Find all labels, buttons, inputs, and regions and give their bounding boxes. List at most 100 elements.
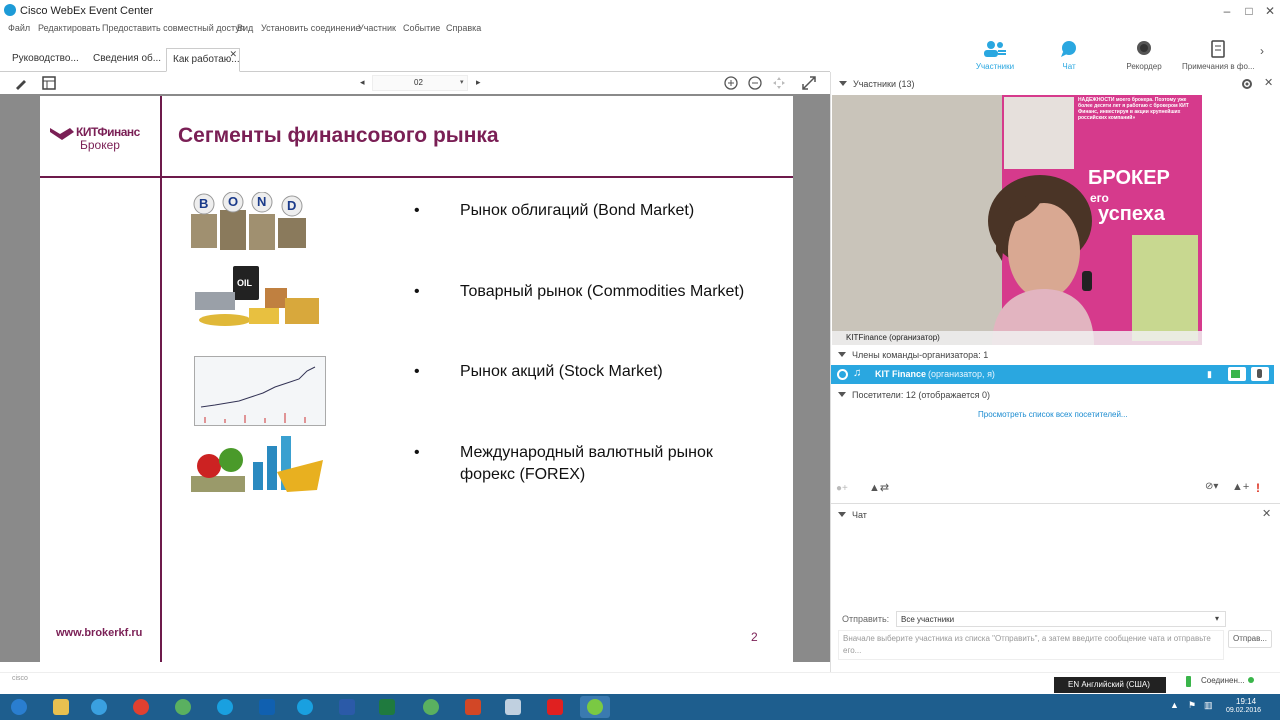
window-title: Cisco WebEx Event Center — [20, 5, 154, 17]
language-indicator[interactable]: EN Английский (США) — [1054, 677, 1166, 693]
connection-dot-icon — [1248, 677, 1254, 683]
poster-success-text: успеха — [1098, 203, 1165, 225]
oil-label: OIL — [237, 278, 253, 288]
chat-button[interactable]: Чат — [1055, 40, 1083, 71]
host-participant-row[interactable]: ♫ KIT Finance (организатор, я) ▮ — [831, 365, 1274, 384]
microphone-icon[interactable] — [1251, 367, 1269, 381]
zoom-out-icon[interactable] — [748, 76, 762, 90]
visitors-header[interactable]: Посетители: 12 (отображается 0) — [838, 390, 990, 400]
status-bar: cisco EN Английский (США) Соединен... — [0, 672, 1280, 694]
presenter-ball-icon — [837, 369, 848, 380]
page-select[interactable]: 02 ▾ — [372, 75, 468, 91]
menu-file[interactable]: Файл — [8, 23, 30, 33]
close-participants-icon[interactable]: ✕ — [1264, 76, 1273, 89]
participants-button[interactable]: Участники — [975, 40, 1015, 71]
paint-icon[interactable] — [498, 696, 528, 718]
word-icon[interactable] — [332, 696, 362, 718]
slide-page-number: 2 — [751, 630, 758, 644]
notes-button[interactable]: Примечания в фо... — [1182, 40, 1255, 71]
alert-icon[interactable]: ! — [1256, 481, 1260, 495]
powerpoint-icon[interactable] — [458, 696, 488, 718]
panel-options-chevron-icon[interactable]: › — [1260, 44, 1264, 58]
presentation-slide: КИТФинанс Брокер Сегменты финансового ры… — [40, 96, 793, 662]
chat-message-input[interactable]: Вначале выберите участника из списка "От… — [838, 630, 1224, 660]
pan-icon[interactable] — [772, 76, 786, 90]
tab-how-it-works[interactable]: Как работаю... ✕ — [166, 48, 240, 72]
menu-help[interactable]: Справка — [446, 23, 481, 33]
view-all-visitors-link[interactable]: Просмотреть список всех посетителей... — [978, 410, 1128, 419]
excel-icon[interactable] — [372, 696, 402, 718]
host-name: KIT Finance — [875, 369, 927, 379]
gear-icon[interactable] — [1241, 78, 1253, 90]
close-chat-icon[interactable]: ✕ — [1262, 507, 1271, 520]
document-tabs: Руководство... Сведения об... Как работа… — [0, 48, 830, 72]
assign-role-icon[interactable]: ▲⇄ — [869, 481, 889, 494]
bullet-stock-market: • Рынок акций (Stock Market) — [414, 363, 663, 380]
menu-participant[interactable]: Участник — [358, 23, 396, 33]
send-to-select[interactable]: Все участники ▾ — [896, 611, 1226, 627]
clock-time[interactable]: 19:14 — [1236, 697, 1256, 706]
chat-send-button[interactable]: Отправ... — [1228, 630, 1272, 648]
tray-chevron-icon[interactable]: ▲ — [1170, 700, 1179, 710]
commodities-image: OIL — [189, 264, 321, 332]
close-icon[interactable]: ✕ — [1261, 3, 1279, 19]
collapse-icon — [839, 81, 847, 86]
chat-header[interactable]: Чат — [838, 510, 867, 520]
explorer-icon[interactable] — [46, 696, 76, 718]
recorder-button[interactable]: Рекордер — [1124, 40, 1164, 71]
raise-hand-icon[interactable]: ●+ — [836, 483, 848, 494]
zoom-in-icon[interactable] — [724, 76, 738, 90]
menu-view[interactable]: Вид — [237, 23, 253, 33]
bond-letter-n: N — [257, 194, 266, 209]
menu-share[interactable]: Предоставить совместный доступ — [102, 23, 245, 33]
slide-side-divider — [160, 96, 162, 662]
qip-icon[interactable] — [168, 696, 198, 718]
tab-guide[interactable]: Руководство... — [6, 48, 85, 72]
video-camera-icon[interactable] — [1228, 367, 1246, 381]
bond-letter-b: B — [199, 196, 208, 211]
prev-page-icon[interactable]: ◂ — [360, 77, 365, 88]
skype-icon[interactable] — [210, 696, 240, 718]
outlook-icon[interactable] — [252, 696, 282, 718]
webex-taskbar-icon[interactable] — [580, 696, 610, 718]
mute-options-icon[interactable]: ⊘▾ — [1205, 481, 1218, 492]
tray-network-icon[interactable]: ▥ — [1204, 700, 1213, 711]
fullscreen-icon[interactable] — [802, 76, 816, 90]
pen-icon[interactable] — [14, 76, 28, 90]
tray-flag-icon[interactable]: ⚑ — [1188, 700, 1196, 711]
maximize-icon[interactable]: □ — [1240, 3, 1258, 19]
ie-browser-icon[interactable] — [84, 696, 114, 718]
collapse-chat-icon — [838, 512, 846, 517]
slide-header-divider — [40, 176, 793, 178]
slide-title: Сегменты финансового рынка — [178, 124, 499, 147]
start-button-icon[interactable] — [4, 696, 34, 718]
chrome-icon[interactable] — [126, 696, 156, 718]
qip-second-icon[interactable] — [416, 696, 446, 718]
cisco-logo: cisco — [12, 675, 28, 682]
tab-close-icon[interactable]: ✕ — [229, 43, 237, 65]
participants-header[interactable]: Участники (13) — [839, 79, 915, 89]
menu-connect[interactable]: Установить соединение — [261, 23, 360, 33]
next-page-icon[interactable]: ▸ — [476, 77, 481, 88]
tab-info[interactable]: Сведения об... — [87, 48, 167, 72]
bond-letter-o: O — [228, 194, 238, 209]
menu-event[interactable]: Событие — [403, 23, 440, 33]
chat-divider — [831, 503, 1280, 504]
logo-text-broker: Брокер — [80, 138, 120, 152]
minimize-icon[interactable]: – — [1218, 3, 1236, 19]
app-red-icon[interactable] — [540, 696, 570, 718]
host-video[interactable]: НАДЕЖНОСТИ моего брокера. Поэтому уже бо… — [832, 95, 1202, 345]
layout-icon[interactable] — [42, 76, 56, 90]
clock-date[interactable]: 09.02.2016 — [1226, 707, 1261, 714]
skype-second-icon[interactable] — [290, 696, 320, 718]
invite-icon[interactable]: ▲+ — [1232, 481, 1249, 493]
stock-chart-image — [194, 356, 326, 426]
host-team-header[interactable]: Члены команды-организатора: 1 — [838, 350, 988, 360]
participants-icon — [983, 40, 1007, 60]
menu-edit[interactable]: Редактировать — [38, 23, 100, 33]
poster-photo-man — [1004, 97, 1074, 169]
chat-icon — [1057, 40, 1081, 60]
logo-text-kit: КИТФинанс — [76, 125, 140, 139]
bond-letter-d: D — [287, 198, 296, 213]
poster-small-text: НАДЕЖНОСТИ моего брокера. Поэтому уже бо… — [1078, 97, 1189, 121]
